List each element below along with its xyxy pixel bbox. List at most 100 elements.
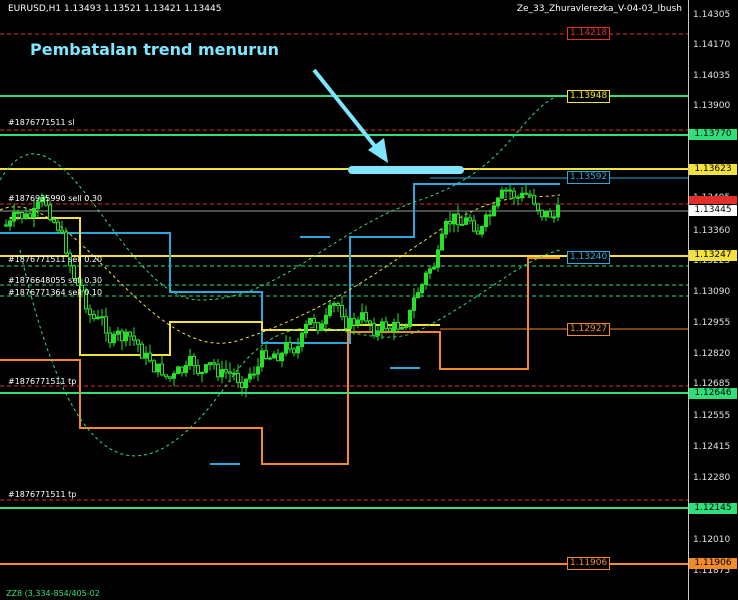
candle-body [92,314,96,320]
candle-body [232,372,236,375]
candle-body [104,316,108,334]
candle-body [180,366,184,374]
candle-body [172,373,176,379]
candle-body [412,297,416,311]
order-label[interactable]: #1876771511 tp [8,490,76,499]
candle-body [372,323,376,336]
axis-tick: 1.13360 [693,226,731,236]
candle-body [256,366,260,375]
axis-tick: 1.12280 [693,473,731,483]
candle-body [280,352,284,362]
candle-body [136,339,140,345]
candle-body [384,321,388,329]
candle-body [452,213,456,225]
candle-body [56,221,60,231]
axis-tick: 1.14170 [693,40,731,50]
candle-body [168,376,172,379]
candle-body [248,373,252,380]
candle-body [160,363,164,376]
axis-red-marker [689,196,737,204]
candle-body [264,350,268,359]
candle-body [552,216,556,219]
candle-body [304,323,308,334]
candle-body [216,363,220,378]
candle-body [472,220,476,232]
candle-body [460,223,464,226]
candle-body [204,364,208,373]
candle-body [48,204,52,220]
order-label[interactable]: #1876771511 tp [8,377,76,386]
order-label[interactable]: #1876771511 sl [8,118,75,127]
candle-body [268,357,272,360]
level-tag: 1.12927 [567,323,611,336]
axis-level-box: 1.11906 [689,558,737,569]
candle-body [320,323,324,331]
candle-body [260,350,264,368]
candle-body [96,316,100,320]
arrow-shaft [312,68,380,152]
candle-body [124,331,128,342]
candle-body [24,213,28,219]
candle-body [376,330,380,336]
candle-body [524,192,528,195]
candle-body [12,211,16,222]
candle-body [228,371,232,374]
order-label[interactable]: #1876648055 sell 0.30 [8,276,102,285]
candle-body [300,332,304,348]
candle-body [120,330,124,342]
candle-body [504,189,508,192]
price-chart[interactable]: EURUSD,H1 1.13493 1.13521 1.13421 1.1344… [0,0,688,600]
moving-average [0,194,561,344]
candle-body [252,373,256,376]
candle-body [464,217,468,225]
candle-body [500,189,504,199]
level-tag: 1.11906 [567,557,611,570]
axis-level-box: 1.13623 [689,164,737,175]
candle-body [436,249,440,268]
axis-tick: 1.12820 [693,349,731,359]
candle-body [520,192,524,199]
price-axis[interactable]: 1.14305 1.14170 1.14035 1.13900 1.13495 … [688,0,738,600]
candle-body [476,230,480,235]
candle-body [444,220,448,235]
candle-body [8,220,12,227]
candle-body [488,214,492,217]
axis-tick: 1.12955 [693,318,731,328]
candle-body [144,352,148,359]
candle-body [244,378,248,389]
candle-body [348,318,352,329]
candle-body [276,353,280,362]
candle-body [328,304,332,316]
candle-body [20,211,24,219]
candle-body [132,335,136,341]
level-tag: 1.13592 [567,171,611,184]
symbol-info: EURUSD,H1 1.13493 1.13521 1.13421 1.1344… [8,4,222,14]
candle-body [548,210,552,218]
candle-body [336,303,340,306]
candle-body [64,231,68,254]
candle-body [416,292,420,299]
candle-body [308,317,312,325]
candle-body [496,197,500,207]
candle-body [200,371,204,375]
candle-body [212,362,216,365]
candle-body [100,316,104,319]
candle-body [380,321,384,332]
order-label[interactable]: #1876771511 sell 0.20 [8,255,102,264]
candle-body [16,211,20,214]
axis-tick: 1.13090 [693,287,731,297]
candle-body [428,268,432,274]
axis-tick: 1.14305 [693,10,731,20]
candle-body [344,316,348,329]
axis-tick: 1.13900 [693,101,731,111]
candle-body [312,317,316,324]
candle-body [108,332,112,344]
candle-body [532,195,536,205]
order-label[interactable]: #1876935990 sell 0.30 [8,194,102,203]
candle-body [492,205,496,217]
candle-body [60,229,64,233]
order-label[interactable]: #1876771364 sell 0.10 [8,288,102,297]
candle-body [88,308,92,316]
expert-name[interactable]: Ze_33_Zhuravlerezka_V-04-03_Ibush [517,4,682,14]
candle-body [316,322,320,331]
